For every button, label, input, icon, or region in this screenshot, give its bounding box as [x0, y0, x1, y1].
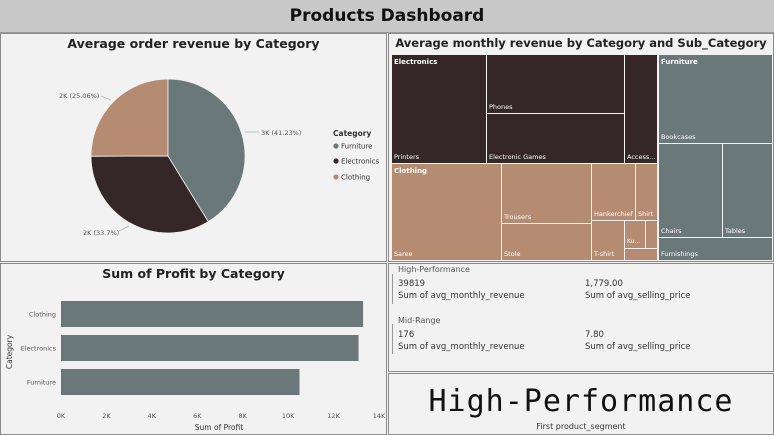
pie-legend-clothing[interactable]: Clothing: [341, 174, 370, 182]
pie-slice-clothing[interactable]: [90, 78, 169, 157]
treemap-kurta[interactable]: Ku...: [624, 220, 646, 249]
segment-name-high: High-Performance: [398, 265, 470, 274]
dashboard-title: Products Dashboard: [289, 6, 485, 26]
treemap-shirt[interactable]: Shirt: [635, 163, 658, 221]
pie-label-furniture: 3K (41.23%): [261, 129, 301, 137]
bar-category-label: Electronics: [21, 345, 57, 353]
pie-label-clothing: 2K (25.06%): [59, 92, 99, 100]
segment-mid-revenue-value: 176: [398, 330, 415, 340]
treemap-clothing-label: Clothing: [394, 167, 428, 175]
treemap-stole[interactable]: Stole: [501, 223, 592, 261]
treemap-phones[interactable]: Phones: [486, 54, 625, 114]
bar-x-tick: 8K: [239, 412, 248, 420]
treemap-shirt-label: Shirt: [638, 210, 654, 218]
segment-metrics-panel: High-Performance 39819 Sum of avg_monthl…: [388, 263, 774, 372]
treemap-furnishings[interactable]: Furnishings: [658, 237, 773, 261]
treemap-title: Average monthly revenue by Category and …: [395, 36, 767, 50]
first-segment-label: First product_segment: [536, 422, 626, 431]
treemap-accessories[interactable]: Access...: [624, 54, 658, 164]
bar-electronics[interactable]: [61, 335, 359, 361]
treemap-games-label: Electronic Games: [489, 153, 546, 161]
treemap-tshirt-label: T-shirt: [594, 250, 615, 258]
pie-chart-panel[interactable]: Average order revenue by Category 3K (41…: [0, 33, 387, 262]
segment-high-price-label: Sum of avg_selling_price: [585, 291, 691, 301]
segment-high-revenue-label: Sum of avg_monthly_revenue: [398, 291, 525, 301]
treemap-saree-label: Saree: [394, 250, 413, 258]
bar-xlabel: Sum of Profit: [195, 423, 243, 432]
segment-mid-price-label: Sum of avg_selling_price: [585, 342, 691, 352]
treemap-panel[interactable]: Average monthly revenue by Category and …: [388, 33, 774, 262]
treemap-electronics[interactable]: Electronics Printers: [391, 54, 487, 164]
treemap-ku-label: Ku...: [627, 238, 641, 245]
treemap-tables-label: Tables: [725, 227, 746, 235]
treemap-trousers[interactable]: Trousers: [501, 163, 592, 224]
treemap-clothing-small-1[interactable]: [645, 220, 658, 249]
treemap-printers-label: Printers: [394, 153, 420, 161]
segment-high-revenue-value: 39819: [398, 279, 426, 289]
treemap-hankerchief[interactable]: Hankerchief: [591, 163, 636, 221]
segment-high-price-value: 1,779.00: [585, 279, 623, 289]
segment-mid-revenue-label: Sum of avg_monthly_revenue: [398, 342, 525, 352]
segment-mid-price-value: 7.80: [585, 330, 604, 340]
bar-x-tick: 0K: [57, 412, 66, 420]
bar-x-tick: 4K: [148, 412, 157, 420]
segment-name-mid: Mid-Range: [398, 316, 441, 325]
treemap-bookcases-label: Bookcases: [661, 133, 696, 141]
bar-chart[interactable]: Category Sum of Profit Clothing Electroni…: [1, 264, 386, 434]
dashboard-header: Products Dashboard: [0, 0, 774, 33]
bar-x-tick: 14K: [373, 412, 386, 420]
bar-clothing[interactable]: [61, 301, 364, 327]
treemap-saree[interactable]: Clothing Saree: [391, 163, 502, 261]
treemap-hankerchief-label: Hankerchief: [594, 210, 633, 218]
pie-legend-title: Category: [333, 129, 371, 138]
treemap-furnishings-label: Furnishings: [661, 250, 698, 258]
treemap-clothing-small-2[interactable]: [624, 248, 658, 261]
treemap-stole-label: Stole: [504, 250, 521, 258]
treemap-tables[interactable]: Tables: [722, 143, 773, 238]
treemap-trousers-label: Trousers: [504, 213, 532, 221]
treemap-electronics-label: Electronics: [394, 58, 438, 66]
first-segment-card: High-Performance First product_segment: [388, 373, 774, 435]
pie-chart[interactable]: 3K (41.23%) 2K (33.7%) 2K (25.06%) Categ…: [1, 34, 386, 261]
treemap-tshirt[interactable]: T-shirt: [591, 220, 625, 261]
treemap-chairs[interactable]: Chairs: [658, 143, 723, 238]
bar-x-tick: 10K: [282, 412, 295, 420]
bar-furniture[interactable]: [61, 369, 300, 395]
pie-legend-electronics[interactable]: Electronics: [341, 158, 380, 166]
bar-category-label: Furniture: [27, 379, 56, 387]
treemap-chairs-label: Chairs: [661, 227, 682, 235]
treemap-electronic-games[interactable]: Electronic Games: [486, 113, 625, 164]
treemap-access-label: Access...: [627, 153, 656, 161]
bar-category-label: Clothing: [29, 311, 56, 319]
bar-ylabel: Category: [5, 334, 14, 369]
pie-legend-furniture[interactable]: Furniture: [341, 143, 372, 151]
first-segment-value: High-Performance: [428, 384, 734, 419]
bar-x-tick: 2K: [102, 412, 111, 420]
bar-x-tick: 12K: [327, 412, 340, 420]
treemap-phones-label: Phones: [489, 103, 513, 111]
bar-x-tick: 6K: [193, 412, 202, 420]
treemap-furniture-label: Furniture: [661, 58, 698, 66]
pie-label-electronics: 2K (33.7%): [83, 229, 119, 237]
bar-chart-panel[interactable]: Sum of Profit by Category Category Sum o…: [0, 263, 387, 435]
treemap-bookcases[interactable]: Furniture Bookcases: [658, 54, 773, 144]
